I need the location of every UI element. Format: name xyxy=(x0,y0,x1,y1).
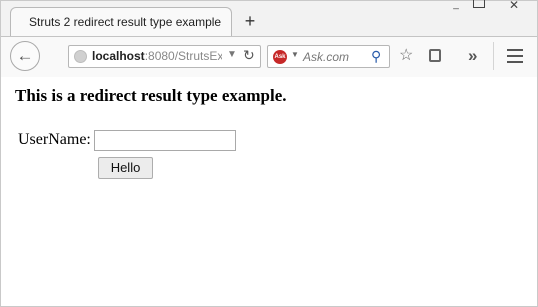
ask-logo-icon[interactable]: Ask xyxy=(273,50,287,64)
url-text: localhost:8080/StrutsExa xyxy=(92,49,222,63)
search-bar[interactable]: Ask ▼ Ask.com ⚲ xyxy=(267,45,390,68)
hamburger-menu-icon[interactable] xyxy=(507,49,523,67)
reload-icon[interactable]: ↻ xyxy=(243,47,255,64)
reading-list-icon[interactable] xyxy=(429,49,441,62)
username-input[interactable] xyxy=(94,130,236,151)
close-window-icon[interactable]: ✕ xyxy=(507,0,521,11)
browser-window: Struts 2 redirect result type example + … xyxy=(0,0,538,307)
search-placeholder: Ask.com xyxy=(303,50,350,64)
maximize-icon[interactable] xyxy=(473,0,485,8)
navigation-bar: ← localhost:8080/StrutsExa ▼ ↻ Ask ▼ Ask… xyxy=(1,36,537,78)
back-button[interactable]: ← xyxy=(10,41,40,71)
hello-button[interactable]: Hello xyxy=(98,157,153,179)
overflow-chevron-icon[interactable]: » xyxy=(468,47,477,65)
toolbar-divider xyxy=(493,42,494,70)
globe-icon xyxy=(74,50,87,63)
url-host: localhost xyxy=(92,49,145,63)
username-label: UserName: xyxy=(18,131,91,148)
search-icon[interactable]: ⚲ xyxy=(371,48,381,65)
url-dropdown-icon[interactable]: ▼ xyxy=(227,49,237,60)
minimize-icon[interactable]: _ xyxy=(450,0,462,10)
page-heading: This is a redirect result type example. xyxy=(15,86,287,105)
new-tab-icon[interactable]: + xyxy=(241,11,259,31)
tab-struts-redirect[interactable]: Struts 2 redirect result type example xyxy=(10,7,232,37)
url-path: :8080/StrutsExa xyxy=(144,49,222,63)
tab-strip: Struts 2 redirect result type example + … xyxy=(1,0,537,37)
back-arrow-icon: ← xyxy=(16,46,34,65)
page-content: This is a redirect result type example. … xyxy=(1,77,537,306)
url-bar[interactable]: localhost:8080/StrutsExa ▼ ↻ xyxy=(68,45,261,68)
bookmark-star-icon[interactable]: ☆ xyxy=(399,47,413,65)
tab-title: Struts 2 redirect result type example xyxy=(29,15,222,29)
search-engine-dropdown-icon[interactable]: ▼ xyxy=(291,50,299,59)
